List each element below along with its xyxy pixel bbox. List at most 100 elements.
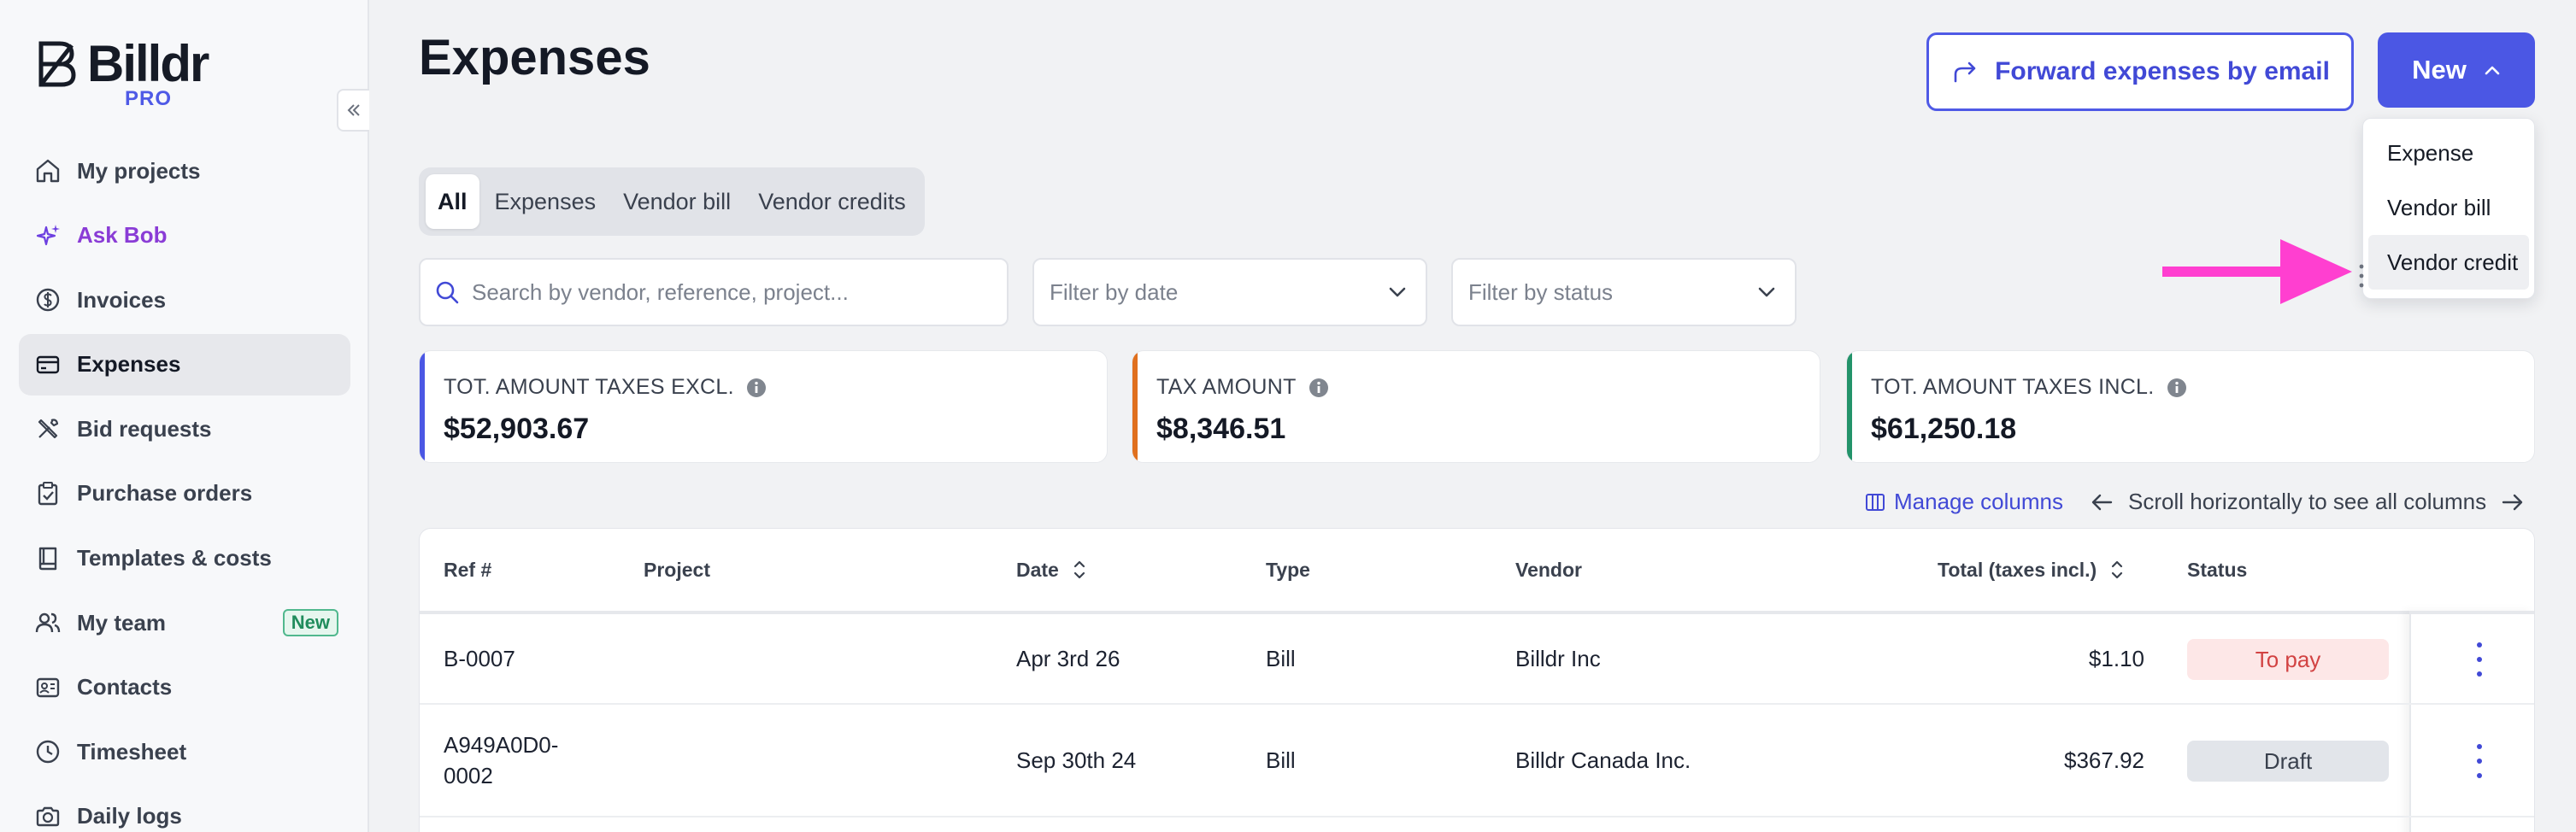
more-options-icon[interactable] <box>2471 642 2488 677</box>
chevron-down-icon <box>1389 287 1406 297</box>
kpi-card-taxes-incl: TOT. AMOUNT TAXES INCL. $61,250.18 <box>1846 350 2535 463</box>
kpi-card-tax-amount: TAX AMOUNT $8,346.51 <box>1132 350 1820 463</box>
kpi-accent-bar <box>1132 351 1138 462</box>
scroll-hint: Scroll horizontally to see all columns <box>2091 489 2524 515</box>
sidebar-item-purchase-orders[interactable]: Purchase orders <box>19 463 350 524</box>
manage-columns-label: Manage columns <box>1894 489 2063 514</box>
cell-total: $367.92 <box>2064 747 2144 773</box>
credit-card-icon <box>32 349 63 380</box>
info-icon[interactable] <box>2167 378 2187 398</box>
search-icon <box>436 281 459 304</box>
double-chevron-left-icon <box>347 104 360 116</box>
app-tier: PRO <box>125 87 173 110</box>
home-icon <box>32 155 63 186</box>
sidebar-item-daily-logs[interactable]: Daily logs <box>19 786 350 832</box>
tab-vendor-bill[interactable]: Vendor bill <box>611 174 743 229</box>
arrow-right-icon[interactable] <box>2502 493 2524 512</box>
search-box <box>419 258 1009 326</box>
cell-date: Apr 3rd 26 <box>1016 646 1120 671</box>
sort-icon[interactable] <box>2110 559 2124 581</box>
column-header-ref[interactable]: Ref # <box>444 529 491 611</box>
sidebar-item-label: Contacts <box>77 674 173 700</box>
new-dropdown-menu: Expense Vendor bill Vendor credit <box>2362 118 2535 299</box>
camera-icon <box>32 801 63 832</box>
cell-total: $1.10 <box>2088 646 2144 671</box>
forward-arrow-icon <box>1954 62 1976 83</box>
info-icon[interactable] <box>746 378 767 398</box>
kpi-label: TAX AMOUNT <box>1156 375 1297 399</box>
sidebar-item-label: My team <box>77 609 167 636</box>
book-icon <box>32 543 63 574</box>
filter-by-date-select[interactable]: Filter by date <box>1032 258 1427 326</box>
sidebar-item-timesheet[interactable]: Timesheet <box>19 721 350 782</box>
column-header-status[interactable]: Status <box>2187 529 2247 611</box>
search-input[interactable] <box>472 278 985 306</box>
sidebar-item-expenses[interactable]: Expenses <box>19 333 350 395</box>
sidebar-item-invoices[interactable]: Invoices <box>19 269 350 331</box>
kpi-value: $61,250.18 <box>1871 413 2017 445</box>
collapse-sidebar-button[interactable] <box>337 89 369 132</box>
sidebar-item-contacts[interactable]: Contacts <box>19 657 350 718</box>
scroll-hint-text: Scroll horizontally to see all columns <box>2128 489 2487 514</box>
filter-by-date-placeholder: Filter by date <box>1050 278 1179 305</box>
menu-item-expense[interactable]: Expense <box>2368 126 2529 180</box>
cell-vendor: Billdr Canada Inc. <box>1515 747 1691 773</box>
cell-type: Bill <box>1266 747 1296 773</box>
status-badge: Draft <box>2187 741 2389 782</box>
app-name: Billdr <box>87 35 209 92</box>
tab-vendor-credits[interactable]: Vendor credits <box>746 174 918 229</box>
billdr-logo-mark-icon <box>38 41 76 87</box>
cell-date: Sep 30th 24 <box>1016 747 1137 773</box>
kpi-card-taxes-excl: TOT. AMOUNT TAXES EXCL. $52,903.67 <box>419 350 1108 463</box>
filter-by-status-select[interactable]: Filter by status <box>1451 258 1797 326</box>
forward-expenses-button[interactable]: Forward expenses by email <box>1926 32 2354 111</box>
kpi-accent-bar <box>420 351 425 462</box>
sidebar-item-label: Timesheet <box>77 738 187 765</box>
arrow-left-icon[interactable] <box>2091 493 2113 512</box>
table-row[interactable]: B-0007 Apr 3rd 26 Bill Billdr Inc $1.10 … <box>420 614 2534 705</box>
sidebar-item-my-team[interactable]: My team New <box>19 592 350 653</box>
sidebar-item-label: Templates & costs <box>77 545 272 571</box>
menu-item-vendor-credit[interactable]: Vendor credit <box>2368 235 2529 290</box>
sort-icon[interactable] <box>1073 559 1086 581</box>
sidebar-item-templates-costs[interactable]: Templates & costs <box>19 528 350 589</box>
cell-ref: A949A0D0- 0002 <box>444 732 559 788</box>
column-header-vendor[interactable]: Vendor <box>1515 529 1582 611</box>
sidebar-nav: My projects Ask Bob Invoices Expenses Bi… <box>19 140 350 832</box>
columns-icon <box>1866 493 1885 511</box>
new-button[interactable]: New <box>2378 32 2535 108</box>
menu-item-vendor-bill[interactable]: Vendor bill <box>2368 180 2529 235</box>
clock-icon <box>32 736 63 767</box>
sidebar-item-my-projects[interactable]: My projects <box>19 140 350 202</box>
clipboard-check-icon <box>32 478 63 509</box>
kpi-value: $8,346.51 <box>1156 413 1286 445</box>
dollar-circle-icon <box>32 284 63 315</box>
tools-icon <box>32 413 63 444</box>
manage-columns-button[interactable]: Manage columns <box>1865 489 2063 515</box>
tab-all[interactable]: All <box>426 174 479 229</box>
sidebar-item-label: My projects <box>77 157 201 184</box>
chevron-up-icon <box>2485 66 2500 75</box>
table-row[interactable]: A949A0D0- 0002 Sep 30th 24 Bill Billdr C… <box>420 705 2534 817</box>
column-header-type[interactable]: Type <box>1266 529 1310 611</box>
more-options-icon[interactable] <box>2471 744 2488 778</box>
column-header-date[interactable]: Date <box>1016 529 1086 611</box>
tab-expenses[interactable]: Expenses <box>483 174 609 229</box>
kpi-accent-bar <box>1847 351 1852 462</box>
cell-type: Bill <box>1266 646 1296 671</box>
sidebar-item-label: Daily logs <box>77 803 182 829</box>
users-icon <box>32 607 63 638</box>
sidebar-item-ask-bob[interactable]: Ask Bob <box>19 205 350 267</box>
sidebar: Billdr PRO My projects Ask Bob Invoices <box>0 0 369 832</box>
billdr-logo[interactable]: Billdr PRO <box>38 35 243 114</box>
info-icon[interactable] <box>1309 378 1329 398</box>
forward-expenses-label: Forward expenses by email <box>1995 57 2330 85</box>
column-header-project[interactable]: Project <box>644 529 710 611</box>
chevron-down-icon <box>1758 287 1775 297</box>
sidebar-item-label: Ask Bob <box>77 222 168 249</box>
column-header-total[interactable]: Total (taxes incl.) <box>1938 529 2124 611</box>
sidebar-item-label: Invoices <box>77 286 167 313</box>
status-badge: To pay <box>2187 639 2389 680</box>
kpi-label: TOT. AMOUNT TAXES EXCL. <box>444 375 734 399</box>
sidebar-item-bid-requests[interactable]: Bid requests <box>19 398 350 460</box>
